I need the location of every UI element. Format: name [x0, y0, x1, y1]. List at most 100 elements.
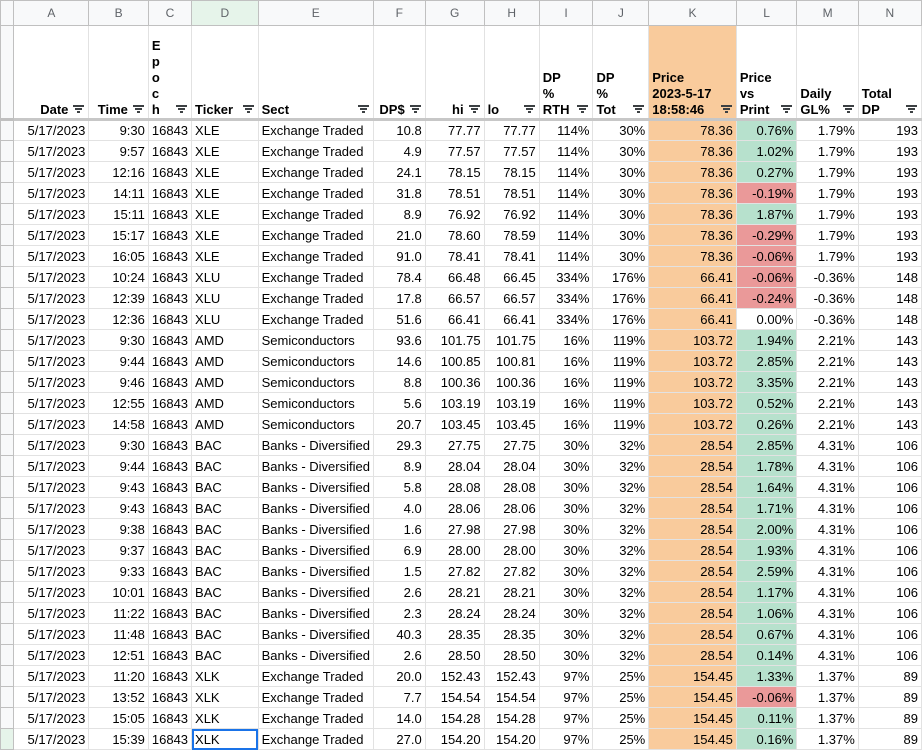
cell-price-vs-print[interactable]: 0.14%: [735, 644, 798, 666]
cell-price[interactable]: 103.72: [648, 413, 737, 435]
cell-lo[interactable]: 27.75: [483, 434, 540, 456]
cell-dp-rth[interactable]: 114%: [538, 140, 594, 162]
cell-ticker[interactable]: XLE: [191, 182, 259, 204]
cell-time[interactable]: 9:44: [88, 350, 149, 372]
cell-price-vs-print[interactable]: 0.26%: [735, 413, 798, 435]
cell-sect[interactable]: Exchange Traded: [257, 308, 374, 330]
cell-hi[interactable]: 27.75: [424, 434, 485, 456]
cell-sect[interactable]: Exchange Traded: [257, 182, 374, 204]
cell-dp-tot[interactable]: 30%: [592, 119, 650, 141]
cell-epoch[interactable]: 16843: [147, 182, 193, 204]
filter-icon[interactable]: [523, 105, 535, 113]
cell-dp-rth[interactable]: 16%: [538, 329, 594, 351]
row-header[interactable]: [0, 728, 15, 750]
header-dp-rth[interactable]: DP % RTH: [538, 25, 594, 121]
cell-dp[interactable]: 8.9: [372, 455, 426, 477]
cell-lo[interactable]: 78.15: [483, 161, 540, 183]
cell-ticker[interactable]: XLU: [191, 266, 259, 288]
cell-price[interactable]: 154.45: [648, 728, 737, 750]
cell-lo[interactable]: 28.00: [483, 539, 540, 561]
filter-icon[interactable]: [577, 105, 589, 113]
cell-time[interactable]: 15:11: [88, 203, 149, 225]
cell-dp[interactable]: 2.6: [372, 581, 426, 603]
column-header-i[interactable]: I: [538, 0, 594, 26]
cell-total-dp[interactable]: 143: [857, 350, 922, 372]
cell-sect[interactable]: Exchange Traded: [257, 686, 374, 708]
cell-lo[interactable]: 27.82: [483, 560, 540, 582]
cell-epoch[interactable]: 16843: [147, 203, 193, 225]
cell-price-vs-print[interactable]: 1.78%: [735, 455, 798, 477]
cell-daily-gl[interactable]: -0.36%: [796, 266, 859, 288]
cell-time[interactable]: 9:37: [88, 539, 149, 561]
row-header[interactable]: [0, 413, 15, 435]
cell-epoch[interactable]: 16843: [147, 602, 193, 624]
header-date[interactable]: Date: [13, 25, 90, 121]
cell-dp-tot[interactable]: 32%: [592, 476, 650, 498]
cell-lo[interactable]: 28.24: [483, 602, 540, 624]
cell-dp[interactable]: 8.8: [372, 371, 426, 393]
cell-price-vs-print[interactable]: 0.00%: [735, 308, 798, 330]
cell-price[interactable]: 28.54: [648, 623, 737, 645]
cell-time[interactable]: 12:39: [88, 287, 149, 309]
cell-time[interactable]: 15:05: [88, 707, 149, 729]
cell-hi[interactable]: 78.51: [424, 182, 485, 204]
cell-dp-rth[interactable]: 334%: [538, 266, 594, 288]
cell-date[interactable]: 5/17/2023: [13, 728, 90, 750]
cell-dp-rth[interactable]: 30%: [538, 434, 594, 456]
cell-sect[interactable]: Banks - Diversified: [257, 497, 374, 519]
cell-ticker[interactable]: BAC: [191, 602, 259, 624]
cell-price[interactable]: 66.41: [648, 266, 737, 288]
cell-price[interactable]: 103.72: [648, 371, 737, 393]
cell-price-vs-print[interactable]: 3.35%: [735, 371, 798, 393]
cell-date[interactable]: 5/17/2023: [13, 644, 90, 666]
cell-time[interactable]: 12:36: [88, 308, 149, 330]
cell-dp-rth[interactable]: 114%: [538, 245, 594, 267]
cell-daily-gl[interactable]: 4.31%: [796, 644, 859, 666]
cell-dp[interactable]: 5.8: [372, 476, 426, 498]
filter-icon[interactable]: [176, 105, 188, 113]
cell-sect[interactable]: Banks - Diversified: [257, 623, 374, 645]
column-header-h[interactable]: H: [483, 0, 540, 26]
cell-total-dp[interactable]: 106: [857, 497, 922, 519]
cell-hi[interactable]: 66.41: [424, 308, 485, 330]
column-header-m[interactable]: M: [796, 0, 859, 26]
cell-dp-tot[interactable]: 25%: [592, 665, 650, 687]
cell-ticker[interactable]: XLE: [191, 224, 259, 246]
cell-daily-gl[interactable]: -0.36%: [796, 308, 859, 330]
cell-sect[interactable]: Exchange Traded: [257, 287, 374, 309]
cell-price-vs-print[interactable]: -0.06%: [735, 266, 798, 288]
cell-dp[interactable]: 29.3: [372, 434, 426, 456]
filter-icon[interactable]: [468, 105, 480, 113]
cell-total-dp[interactable]: 193: [857, 119, 922, 141]
column-header-a[interactable]: A: [13, 0, 90, 26]
cell-daily-gl[interactable]: 4.31%: [796, 455, 859, 477]
cell-dp-tot[interactable]: 32%: [592, 497, 650, 519]
cell-date[interactable]: 5/17/2023: [13, 413, 90, 435]
cell-epoch[interactable]: 16843: [147, 686, 193, 708]
cell-total-dp[interactable]: 193: [857, 203, 922, 225]
cell-dp[interactable]: 14.0: [372, 707, 426, 729]
cell-hi[interactable]: 78.41: [424, 245, 485, 267]
cell-daily-gl[interactable]: 1.37%: [796, 728, 859, 750]
cell-lo[interactable]: 66.41: [483, 308, 540, 330]
filter-icon[interactable]: [633, 105, 645, 113]
cell-lo[interactable]: 152.43: [483, 665, 540, 687]
cell-ticker[interactable]: BAC: [191, 434, 259, 456]
cell-epoch[interactable]: 16843: [147, 287, 193, 309]
cell-daily-gl[interactable]: 1.79%: [796, 161, 859, 183]
cell-price-vs-print[interactable]: -0.06%: [735, 686, 798, 708]
cell-ticker[interactable]: XLU: [191, 287, 259, 309]
cell-ticker[interactable]: BAC: [191, 560, 259, 582]
cell-daily-gl[interactable]: 4.31%: [796, 476, 859, 498]
cell-daily-gl[interactable]: -0.36%: [796, 287, 859, 309]
row-header[interactable]: [0, 455, 15, 477]
cell-time[interactable]: 16:05: [88, 245, 149, 267]
cell-sect[interactable]: Banks - Diversified: [257, 602, 374, 624]
cell-time[interactable]: 12:55: [88, 392, 149, 414]
cell-price[interactable]: 78.36: [648, 161, 737, 183]
cell-epoch[interactable]: 16843: [147, 266, 193, 288]
cell-time[interactable]: 11:20: [88, 665, 149, 687]
cell-dp[interactable]: 40.3: [372, 623, 426, 645]
row-header[interactable]: [0, 350, 15, 372]
cell-total-dp[interactable]: 143: [857, 392, 922, 414]
